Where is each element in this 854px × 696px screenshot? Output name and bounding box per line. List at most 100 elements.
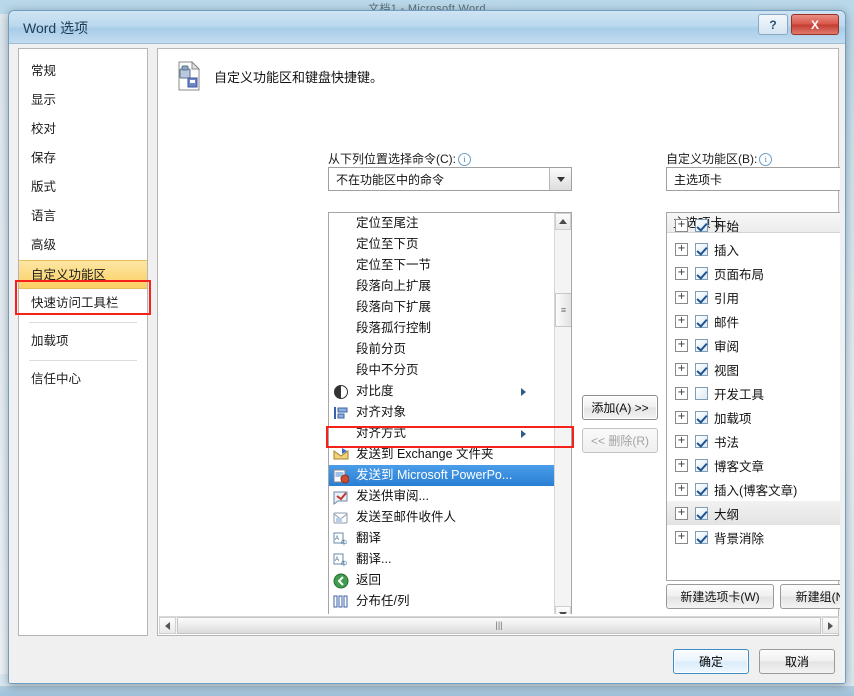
expand-plus-icon[interactable]: + — [675, 314, 688, 328]
command-list-item[interactable]: 定位至下一节 — [329, 255, 554, 276]
expand-plus-icon[interactable]: + — [675, 242, 688, 256]
command-list-item[interactable]: 对齐对象 — [329, 402, 554, 423]
ribbon-tab-row[interactable]: + 邮件 — [667, 309, 840, 333]
command-list-item[interactable]: 分隔符 — [329, 612, 554, 614]
command-list-item[interactable]: 段前分页 — [329, 339, 554, 360]
sidebar-item-10[interactable]: 信任中心 — [19, 365, 147, 394]
ribbon-tab-row[interactable]: + 书法 — [667, 429, 840, 453]
expand-plus-icon[interactable]: + — [675, 482, 688, 496]
command-list-item[interactable]: 定位至尾注 — [329, 213, 554, 234]
tab-checkbox[interactable] — [695, 434, 708, 448]
command-list-item[interactable]: 对齐方式 — [329, 423, 554, 444]
expand-plus-icon[interactable]: + — [675, 530, 688, 544]
scroll-up-button-left[interactable] — [555, 213, 571, 230]
left-list-scrollbar[interactable]: ≡ — [554, 213, 571, 614]
pane-horizontal-scrollbar[interactable]: ||| — [159, 616, 839, 634]
command-list-item[interactable]: 段落孤行控制 — [329, 318, 554, 339]
info-icon-left[interactable]: i — [458, 153, 471, 166]
ribbon-tab-row[interactable]: + 开始 — [667, 213, 840, 237]
sidebar-item-9[interactable]: 加载项 — [19, 327, 147, 356]
ribbon-tab-row[interactable]: + 页面布局 — [667, 261, 840, 285]
horizontal-scroll-thumb[interactable]: ||| — [177, 617, 821, 634]
tab-checkbox[interactable] — [695, 290, 708, 304]
expand-plus-icon[interactable]: + — [675, 290, 688, 304]
expand-plus-icon[interactable]: + — [675, 386, 688, 400]
command-list-item[interactable]: A 中翻译 — [329, 528, 554, 549]
scroll-thumb-left[interactable]: ≡ — [555, 293, 571, 327]
command-list-item[interactable]: 返回 — [329, 570, 554, 591]
close-button[interactable]: X — [791, 14, 839, 35]
ribbon-tab-row[interactable]: + 背景消除 — [667, 525, 840, 549]
ribbon-tab-row[interactable]: + 审阅 — [667, 333, 840, 357]
expand-plus-icon[interactable]: + — [675, 410, 688, 424]
ribbon-tab-row[interactable]: + 大纲 — [667, 501, 840, 525]
tab-checkbox[interactable] — [695, 482, 708, 496]
tab-checkbox[interactable] — [695, 386, 708, 400]
tab-checkbox[interactable] — [695, 338, 708, 352]
available-commands-list[interactable]: 定位至尾注 定位至下页 定位至下一节 段落向上扩展 段落向下扩展 段落孤行控制 段前分页段中… — [328, 212, 572, 614]
command-list-item[interactable]: 对比度 — [329, 381, 554, 402]
chevron-down-icon-left[interactable] — [549, 168, 571, 190]
scroll-right-button[interactable] — [822, 617, 839, 634]
expand-plus-icon[interactable]: + — [675, 434, 688, 448]
expand-plus-icon[interactable]: + — [675, 362, 688, 376]
info-icon-right[interactable]: i — [759, 153, 773, 166]
sidebar-item-1[interactable]: 显示 — [19, 86, 147, 115]
command-list-item[interactable]: 段落向上扩展 — [329, 276, 554, 297]
ribbon-tabs-list[interactable]: 主选项卡 +开始+插入+页面布局+引用+邮件+审阅+视图+开发工具+加载项+书法… — [666, 212, 840, 581]
sidebar-item-7[interactable]: 自定义功能区 — [19, 260, 147, 289]
tab-checkbox[interactable] — [695, 410, 708, 424]
sidebar-item-6[interactable]: 高级 — [19, 231, 147, 260]
tab-checkbox[interactable] — [695, 314, 708, 328]
command-list-item[interactable]: 发送至邮件收件人 — [329, 507, 554, 528]
add-button[interactable]: 添加(A) >> — [582, 395, 658, 420]
sidebar-item-label: 信任中心 — [31, 372, 82, 386]
ribbon-tab-row[interactable]: + 视图 — [667, 357, 840, 381]
tab-checkbox[interactable] — [695, 506, 708, 520]
command-list-item[interactable]: 发送供审阅... — [329, 486, 554, 507]
send-mail-icon — [333, 510, 351, 526]
command-list-item[interactable]: 段中不分页 — [329, 360, 554, 381]
command-list-item[interactable]: 发送到 Exchange 文件夹 — [329, 444, 554, 465]
commands-source-combo[interactable]: 不在功能区中的命令 — [328, 167, 572, 191]
cancel-button[interactable]: 取消 — [759, 649, 835, 674]
expand-plus-icon[interactable]: + — [675, 338, 688, 352]
expand-plus-icon[interactable]: + — [675, 506, 688, 520]
command-list-item[interactable]: 段落向下扩展 — [329, 297, 554, 318]
ribbon-tab-row[interactable]: + 博客文章 — [667, 453, 840, 477]
sidebar-item-3[interactable]: 保存 — [19, 144, 147, 173]
sidebar-item-5[interactable]: 语言 — [19, 202, 147, 231]
sidebar-item-2[interactable]: 校对 — [19, 115, 147, 144]
ribbon-tab-row[interactable]: + 插入 — [667, 237, 840, 261]
scroll-down-button-left[interactable] — [555, 606, 571, 614]
new-tab-button[interactable]: 新建选项卡(W) — [666, 584, 774, 609]
expand-plus-icon[interactable]: + — [675, 266, 688, 280]
new-group-button[interactable]: 新建组(N) — [780, 584, 840, 609]
tab-checkbox[interactable] — [695, 362, 708, 376]
ribbon-tab-row[interactable]: + 引用 — [667, 285, 840, 309]
command-list-item[interactable]: 定位至下页 — [329, 234, 554, 255]
sidebar-item-0[interactable]: 常规 — [19, 57, 147, 86]
sidebar-item-8[interactable]: 快速访问工具栏 — [19, 289, 147, 318]
sidebar-divider — [29, 360, 137, 361]
command-label: 段中不分页 — [356, 363, 419, 377]
help-button[interactable]: ? — [758, 14, 788, 35]
tab-checkbox[interactable] — [695, 458, 708, 472]
ok-button[interactable]: 确定 — [673, 649, 749, 674]
command-list-item[interactable]: 发送到 Microsoft PowerPo... — [329, 465, 554, 486]
tab-checkbox[interactable] — [695, 218, 708, 232]
ribbon-tab-row[interactable]: + 加载项 — [667, 405, 840, 429]
ribbon-tab-row[interactable]: + 插入(博客文章) — [667, 477, 840, 501]
ribbon-tab-row[interactable]: + 开发工具 — [667, 381, 840, 405]
ribbon-scope-combo[interactable]: 主选项卡 — [666, 167, 840, 191]
scroll-left-button[interactable] — [159, 617, 176, 634]
word-options-dialog: Word 选项 ? X 常规 显示 校对 保存 版式 语言 高级 自定义功能区 快速访问工具栏加… — [8, 10, 846, 684]
tab-checkbox[interactable] — [695, 242, 708, 256]
tab-checkbox[interactable] — [695, 266, 708, 280]
tab-checkbox[interactable] — [695, 530, 708, 544]
expand-plus-icon[interactable]: + — [675, 458, 688, 472]
command-list-item[interactable]: A 中翻译... — [329, 549, 554, 570]
command-list-item[interactable]: 分布任/列 — [329, 591, 554, 612]
sidebar-item-4[interactable]: 版式 — [19, 173, 147, 202]
expand-plus-icon[interactable]: + — [675, 218, 688, 232]
